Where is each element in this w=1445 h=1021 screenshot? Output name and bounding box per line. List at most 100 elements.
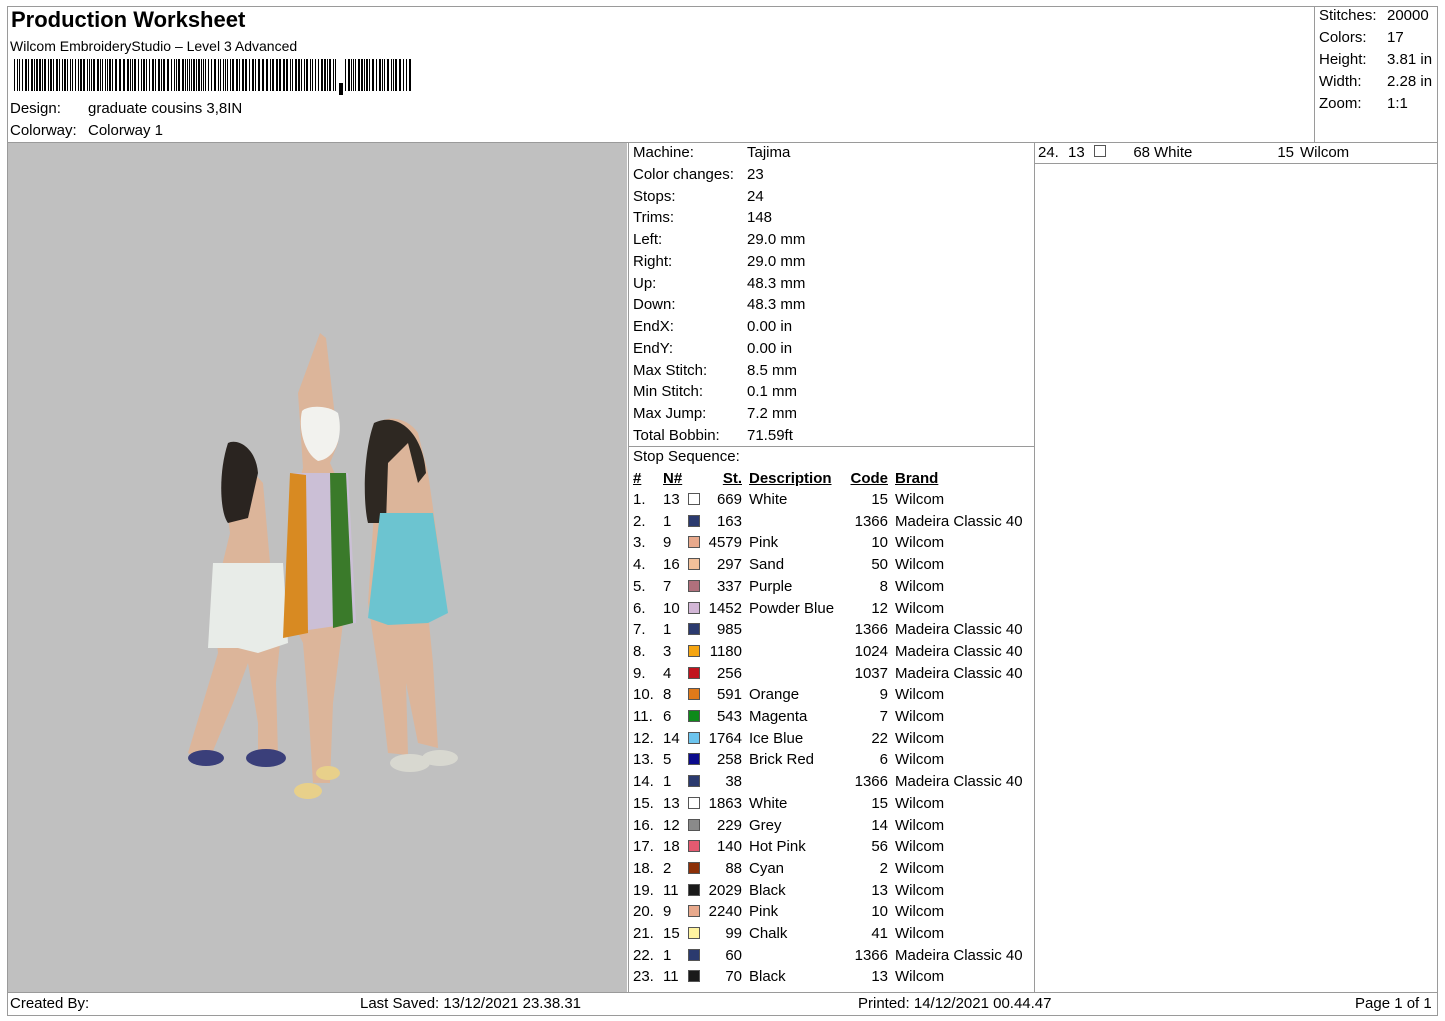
row-code: 13 bbox=[871, 968, 888, 986]
color-swatch bbox=[688, 883, 700, 896]
row-needle: 2 bbox=[663, 859, 672, 877]
row-needle: 18 bbox=[663, 838, 680, 856]
row-brand: Wilcom bbox=[895, 925, 945, 942]
color-swatch bbox=[688, 775, 700, 788]
stat-row: Stitches: 20000 bbox=[1319, 7, 1429, 24]
info-label: Trims: bbox=[633, 209, 675, 227]
info-value: Tajima bbox=[747, 144, 791, 161]
row-code: 1366 bbox=[854, 621, 888, 639]
overflow-num: 24. bbox=[1038, 144, 1059, 161]
row-brand: Wilcom bbox=[895, 751, 945, 769]
color-swatch bbox=[688, 493, 700, 505]
info-value: 23 bbox=[747, 165, 764, 183]
info-label: Right: bbox=[633, 252, 673, 270]
row-code: 12 bbox=[871, 599, 888, 617]
col-header-description: Description bbox=[749, 470, 832, 487]
info-row: Stops: 24 bbox=[633, 188, 764, 205]
row-code: 14 bbox=[871, 816, 888, 834]
stop-sequence-title: Stop Sequence: bbox=[633, 448, 740, 465]
color-swatch bbox=[688, 753, 700, 766]
row-brand: Wilcom bbox=[895, 686, 945, 704]
info-label: Up: bbox=[633, 274, 657, 292]
row-brand: Madeira Classic 40 bbox=[895, 946, 1023, 964]
row-needle: 12 bbox=[663, 816, 680, 834]
color-swatch bbox=[688, 688, 700, 701]
row-needle: 11 bbox=[663, 968, 679, 986]
row-code: 15 bbox=[871, 491, 888, 508]
color-swatch bbox=[688, 623, 700, 636]
color-swatch bbox=[688, 905, 700, 918]
color-swatch bbox=[688, 861, 700, 874]
color-swatch bbox=[688, 666, 700, 679]
color-swatch bbox=[688, 558, 700, 571]
row-description: Sand bbox=[749, 556, 785, 574]
row-needle: 9 bbox=[663, 534, 672, 552]
info-row: Right: 29.0 mm bbox=[633, 253, 805, 270]
row-stitches: 1764 bbox=[708, 729, 742, 747]
info-value: 48.3 mm bbox=[747, 274, 806, 292]
created-by: Created By: bbox=[10, 995, 90, 1012]
row-brand: Wilcom bbox=[895, 577, 945, 595]
info-label: Min Stitch: bbox=[633, 383, 704, 401]
row-code: 50 bbox=[871, 556, 888, 574]
info-value: 24 bbox=[747, 187, 764, 205]
row-code: 41 bbox=[871, 925, 888, 942]
info-label: EndX: bbox=[633, 318, 674, 335]
info-value: 0.1 mm bbox=[747, 383, 798, 401]
row-needle: 15 bbox=[663, 925, 680, 942]
row-brand: Wilcom bbox=[895, 859, 945, 877]
info-label: Color changes: bbox=[633, 165, 734, 183]
row-brand: Madeira Classic 40 bbox=[895, 512, 1023, 530]
row-num: 2. bbox=[633, 512, 646, 530]
row-num: 6. bbox=[633, 599, 646, 617]
preview-divider bbox=[628, 142, 629, 993]
row-code: 8 bbox=[879, 577, 888, 595]
color-swatch bbox=[688, 601, 700, 614]
info-value: 29.0 mm bbox=[747, 252, 806, 270]
row-brand: Wilcom bbox=[895, 556, 945, 574]
info-row: Machine: Tajima bbox=[633, 144, 790, 161]
row-num: 16. bbox=[633, 816, 654, 834]
color-swatch bbox=[688, 840, 700, 853]
row-stitches: 70 bbox=[725, 968, 742, 986]
row-brand: Wilcom bbox=[895, 599, 945, 617]
info-row: Max Stitch: 8.5 mm bbox=[633, 362, 797, 379]
row-description: Hot Pink bbox=[749, 838, 806, 856]
row-num: 21. bbox=[633, 925, 654, 942]
row-num: 18. bbox=[633, 859, 654, 877]
row-brand: Madeira Classic 40 bbox=[895, 642, 1023, 660]
col-header-code: Code bbox=[850, 470, 889, 487]
color-swatch bbox=[688, 796, 700, 809]
row-needle: 16 bbox=[663, 556, 680, 574]
row-code: 2 bbox=[879, 859, 888, 877]
stat-row: Height: 3.81 in bbox=[1319, 51, 1432, 68]
row-stitches: 163 bbox=[716, 512, 742, 530]
stat-value: 20000 bbox=[1387, 7, 1429, 24]
row-num: 22. bbox=[633, 946, 654, 964]
row-needle: 6 bbox=[663, 708, 672, 725]
row-num: 1. bbox=[633, 491, 646, 508]
row-description: White bbox=[749, 491, 788, 508]
row-description: Ice Blue bbox=[749, 729, 804, 747]
row-code: 1366 bbox=[854, 946, 888, 964]
row-stitches: 1452 bbox=[708, 599, 742, 617]
row-num: 13. bbox=[633, 751, 654, 769]
overflow-desc: White bbox=[1154, 144, 1193, 161]
row-code: 22 bbox=[871, 729, 888, 747]
row-description: Purple bbox=[749, 577, 793, 595]
row-brand: Wilcom bbox=[895, 794, 945, 812]
info-row: Up: 48.3 mm bbox=[633, 275, 805, 292]
stat-value: 1:1 bbox=[1387, 95, 1408, 112]
row-needle: 4 bbox=[663, 664, 672, 682]
row-needle: 5 bbox=[663, 751, 672, 769]
row-description: Brick Red bbox=[749, 751, 815, 769]
row-code: 10 bbox=[871, 534, 888, 552]
stat-label: Colors: bbox=[1319, 29, 1367, 46]
row-brand: Wilcom bbox=[895, 491, 945, 508]
color-swatch bbox=[688, 514, 700, 527]
col-header-num: # bbox=[633, 470, 642, 487]
color-swatch bbox=[688, 970, 700, 983]
row-stitches: 985 bbox=[716, 621, 742, 639]
row-brand: Wilcom bbox=[895, 729, 945, 747]
row-brand: Wilcom bbox=[895, 838, 945, 856]
